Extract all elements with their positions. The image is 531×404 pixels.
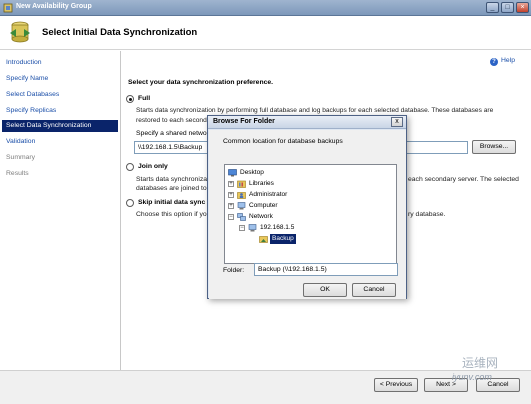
dialog-description: Common location for database backups — [223, 138, 343, 145]
page-title: Select Initial Data Synchronization — [42, 27, 198, 38]
join-only-label: Join only — [138, 163, 168, 170]
sidebar-item-validation[interactable]: Validation — [2, 136, 118, 148]
skip-radio[interactable] — [126, 199, 134, 207]
watermark-url: iyunv.com — [452, 372, 492, 382]
tree-item-desktop[interactable]: Desktop — [228, 168, 393, 178]
tree-item-computer[interactable]: + Computer — [228, 201, 393, 211]
dialog-title: Browse For Folder — [213, 118, 275, 125]
window-titlebar: New Availability Group _ □ × — [0, 0, 531, 16]
tree-item-administrator[interactable]: + Administrator — [228, 190, 393, 200]
database-sync-icon — [10, 21, 30, 43]
sidebar-item-select-data-sync[interactable]: Select Data Synchronization — [2, 120, 118, 132]
sidebar-item-results: Results — [6, 170, 29, 177]
dialog-body: Common location for database backups Des… — [209, 130, 406, 299]
network-icon — [237, 213, 246, 221]
libraries-icon — [237, 180, 246, 188]
full-label: Full — [138, 95, 151, 102]
watermark-cn: 运维网 — [462, 356, 499, 370]
wizard-sidebar: Introduction Specify Name Select Databas… — [0, 51, 121, 381]
sidebar-item-select-databases[interactable]: Select Databases — [2, 89, 118, 101]
tree-label-libraries: Libraries — [249, 180, 274, 187]
browse-button[interactable]: Browse... — [472, 140, 516, 154]
app-icon — [3, 3, 13, 13]
full-radio[interactable] — [126, 95, 134, 103]
network-computer-icon — [248, 224, 257, 232]
close-button[interactable]: × — [516, 2, 529, 13]
sidebar-item-introduction[interactable]: Introduction — [2, 57, 118, 69]
help-icon: ? — [490, 58, 498, 66]
tree-label-administrator: Administrator — [249, 191, 288, 198]
sidebar-item-summary: Summary — [6, 154, 36, 161]
shared-location-label: Specify a shared network — [136, 130, 213, 137]
sync-preference-prompt: Select your data synchronization prefere… — [128, 79, 274, 86]
tree-label-network-host: 192.168.1.5 — [260, 224, 295, 231]
skip-desc-line-1-right: ry database. — [408, 211, 446, 218]
tree-item-network-host[interactable]: − 192.168.1.5 — [239, 223, 393, 233]
expand-icon[interactable]: + — [228, 203, 234, 209]
skip-desc-line-1: Choose this option if yo — [136, 211, 207, 218]
dialog-ok-button[interactable]: OK — [303, 283, 347, 297]
help-label: Help — [501, 57, 515, 64]
sidebar-item-specify-replicas[interactable]: Specify Replicas — [2, 105, 118, 117]
tree-label-backup: Backup — [270, 234, 296, 244]
folder-input[interactable]: Backup (\\192.168.1.5) — [254, 263, 398, 276]
browse-folder-dialog: Browse For Folder x Common location for … — [207, 115, 407, 299]
tree-label-computer: Computer — [249, 202, 278, 209]
page-header: Select Initial Data Synchronization — [0, 16, 531, 50]
folder-tree[interactable]: Desktop + Libraries + Administrator + Co… — [224, 164, 397, 264]
previous-button[interactable]: < Previous — [374, 378, 418, 392]
folder-label: Folder: — [223, 267, 245, 274]
minimize-button[interactable]: _ — [486, 2, 499, 13]
expand-icon[interactable]: + — [228, 181, 234, 187]
computer-icon — [237, 202, 246, 210]
join-only-radio[interactable] — [126, 163, 134, 171]
tree-item-libraries[interactable]: + Libraries — [228, 179, 393, 189]
help-link[interactable]: ? Help — [490, 57, 515, 66]
dialog-titlebar: Browse For Folder x — [208, 116, 406, 129]
skip-label: Skip initial data sync — [138, 199, 206, 206]
collapse-icon[interactable]: − — [228, 214, 234, 220]
join-desc-line-1-right: each secondary server. The selected — [408, 176, 519, 183]
desktop-icon — [228, 169, 237, 177]
tree-label-network: Network — [249, 213, 273, 220]
join-desc-line-1: Starts data synchronization — [136, 176, 218, 183]
user-folder-icon — [237, 192, 246, 199]
tree-item-network[interactable]: − Network — [228, 212, 393, 222]
tree-label-desktop: Desktop — [240, 169, 264, 176]
collapse-icon[interactable]: − — [239, 225, 245, 231]
maximize-button[interactable]: □ — [501, 2, 514, 13]
expand-icon[interactable]: + — [228, 192, 234, 198]
tree-item-backup[interactable]: Backup — [250, 234, 393, 244]
join-desc-line-2: databases are joined to t — [136, 185, 211, 192]
sidebar-item-specify-name[interactable]: Specify Name — [2, 73, 118, 85]
dialog-close-button[interactable]: x — [391, 117, 403, 127]
window-title: New Availability Group — [16, 3, 92, 10]
shared-folder-icon — [259, 236, 268, 243]
dialog-cancel-button[interactable]: Cancel — [352, 283, 396, 297]
